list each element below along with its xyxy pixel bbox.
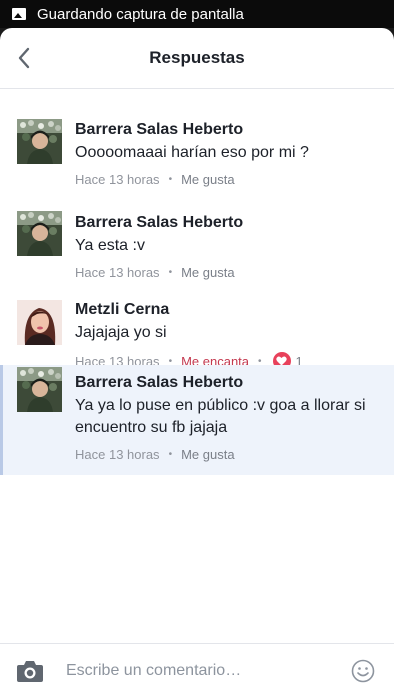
comment-text: Ooooomaaai harían eso por mi ? [75, 144, 309, 161]
smiley-icon [351, 659, 375, 683]
header: Respuestas [0, 28, 394, 89]
comment-author[interactable]: Barrera Salas Heberto [75, 213, 382, 233]
image-icon [12, 8, 26, 20]
comment-item: Barrera Salas Heberto Ya esta :v Hace 13… [0, 182, 394, 280]
avatar[interactable] [17, 211, 62, 256]
replies-screen: Respuestas Barrera Salas Heberto Oooooma… [0, 28, 394, 700]
status-text: Guardando captura de pantalla [37, 5, 244, 23]
camera-button[interactable] [16, 658, 44, 684]
avatar[interactable] [17, 367, 62, 412]
comment-text: Ya ya lo puse en público :v goa a llorar… [75, 397, 366, 436]
comment-list: Barrera Salas Heberto Ooooomaaai harían … [0, 89, 394, 475]
comment-meta: Hace 13 horas • Me gusta [75, 447, 382, 462]
back-button[interactable] [10, 44, 38, 72]
comment-item: Barrera Salas Heberto Ooooomaaai harían … [0, 89, 394, 187]
comment-input[interactable] [66, 659, 336, 683]
comment-author[interactable]: Metzli Cerna [75, 300, 382, 320]
camera-icon [17, 661, 43, 682]
comment-author[interactable]: Barrera Salas Heberto [75, 373, 382, 393]
comment-composer [0, 643, 394, 700]
avatar[interactable] [17, 300, 62, 345]
comment-item: Metzli Cerna Jajajaja yo si Hace 13 hora… [0, 272, 394, 370]
chevron-left-icon [18, 47, 30, 69]
emoji-button[interactable] [351, 659, 375, 683]
comment-author[interactable]: Barrera Salas Heberto [75, 120, 382, 140]
comment-item-highlighted: Barrera Salas Heberto Ya ya lo puse en p… [0, 365, 394, 475]
comment-time: Hace 13 horas [75, 447, 160, 462]
status-bar: Guardando captura de pantalla [0, 0, 394, 28]
comment-text: Ya esta :v [75, 237, 145, 254]
like-button[interactable]: Me gusta [181, 447, 234, 462]
avatar[interactable] [17, 119, 62, 164]
page-title: Respuestas [149, 48, 245, 67]
separator-dot: • [168, 449, 173, 460]
comment-text: Jajajaja yo si [75, 324, 167, 341]
